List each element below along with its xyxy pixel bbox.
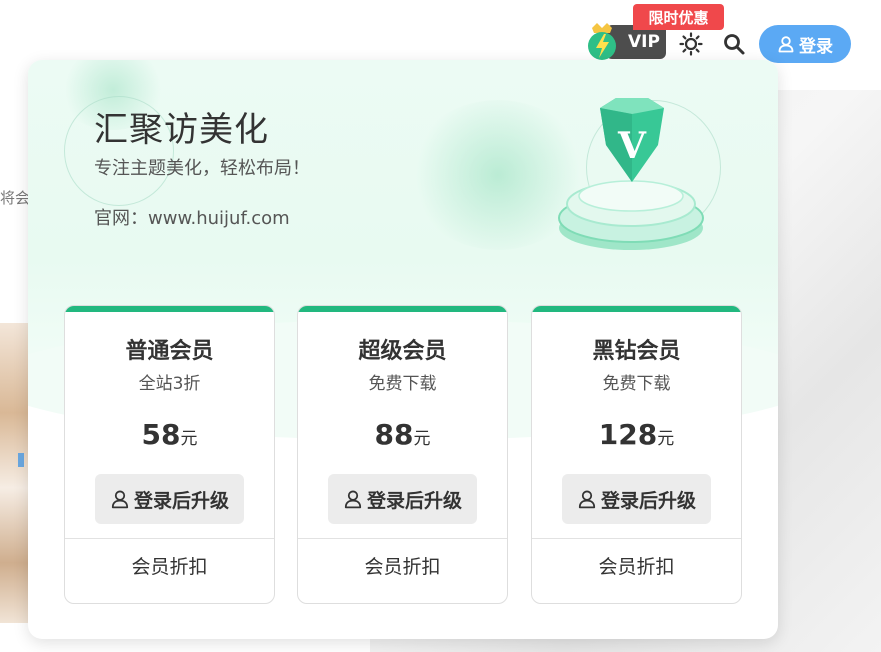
plan-price: 88元 (298, 418, 507, 451)
plan-price: 58元 (65, 418, 274, 451)
upgrade-button[interactable]: 登录后升级 (328, 474, 477, 524)
card-accent-bar (65, 306, 274, 312)
popup-subtitle: 专注主题美化，轻松布局！ (94, 158, 310, 179)
card-accent-bar (532, 306, 741, 312)
card-divider (532, 538, 741, 539)
login-button[interactable]: 登录 (759, 25, 851, 63)
plan-price-value: 58 (141, 418, 181, 451)
member-discount-link[interactable]: 会员折扣 (65, 552, 274, 579)
search-icon[interactable] (722, 32, 746, 56)
vip-gem-icon: V (558, 98, 704, 250)
plan-price-value: 128 (598, 418, 658, 451)
upgrade-button[interactable]: 登录后升级 (562, 474, 711, 524)
plan-price: 128元 (532, 418, 741, 451)
plan-desc: 免费下载 (602, 374, 671, 394)
background-text: 将会 (0, 189, 31, 207)
plan-name: 普通会员 (125, 339, 214, 364)
user-icon (778, 36, 794, 53)
member-discount-link[interactable]: 会员折扣 (298, 552, 507, 579)
crown-lightning-icon (588, 23, 616, 60)
plan-card-normal: 普通会员 全站3折 58元 登录后升级 会员折扣 (64, 305, 275, 604)
card-divider (65, 538, 274, 539)
plan-price-value: 88 (374, 418, 414, 451)
sun-icon[interactable] (679, 32, 703, 56)
background-image (0, 323, 30, 623)
vip-membership-popup: 汇聚访美化 专注主题美化，轻松布局！ 官网：www.huijuf.com V 普… (28, 60, 778, 639)
popup-website: 官网：www.huijuf.com (94, 208, 290, 229)
upgrade-button[interactable]: 登录后升级 (95, 474, 244, 524)
login-label: 登录 (799, 36, 833, 57)
plan-card-super: 超级会员 免费下载 88元 登录后升级 会员折扣 (297, 305, 508, 604)
vip-label: VIP (628, 32, 660, 52)
upgrade-button-label: 登录后升级 (133, 489, 229, 512)
card-divider (298, 538, 507, 539)
plan-card-black-diamond: 黑钻会员 免费下载 128元 登录后升级 会员折扣 (531, 305, 742, 604)
card-accent-bar (298, 306, 507, 312)
plan-price-unit: 元 (657, 429, 675, 449)
user-icon (111, 490, 129, 509)
user-icon (344, 490, 362, 509)
upgrade-button-label: 登录后升级 (600, 489, 696, 512)
member-discount-link[interactable]: 会员折扣 (532, 552, 741, 579)
popup-title: 汇聚访美化 (94, 110, 269, 150)
plan-desc: 免费下载 (368, 374, 437, 394)
upgrade-button-label: 登录后升级 (366, 489, 462, 512)
user-icon (578, 490, 596, 509)
plan-name: 黑钻会员 (592, 339, 681, 364)
plan-price-unit: 元 (413, 429, 431, 449)
gem-letter: V (617, 125, 647, 167)
promo-badge: 限时优惠 (633, 4, 724, 30)
plan-price-unit: 元 (180, 429, 198, 449)
plan-desc: 全站3折 (138, 374, 201, 394)
plan-name: 超级会员 (358, 339, 447, 364)
